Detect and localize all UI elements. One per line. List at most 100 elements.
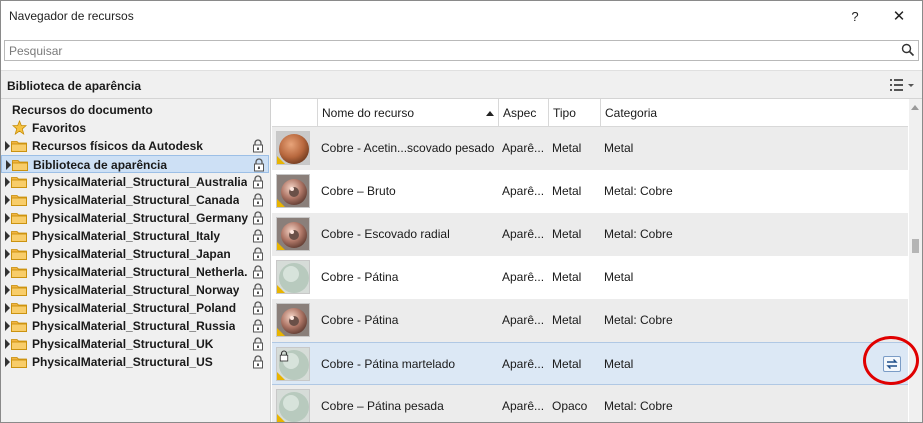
expand-arrow-icon[interactable]	[5, 357, 10, 367]
tree-item-label: PhysicalMaterial_Structural_Italy	[32, 229, 221, 243]
cell-category: Metal: Cobre	[604, 399, 673, 413]
cell-type: Metal	[552, 313, 582, 327]
expand-arrow-icon[interactable]	[5, 231, 10, 241]
close-button[interactable]: ✕	[881, 1, 917, 32]
folder-icon	[11, 195, 27, 206]
expand-arrow-icon[interactable]	[5, 141, 10, 151]
tree-item-label: PhysicalMaterial_Structural_Netherla...	[32, 265, 248, 279]
tree-item[interactable]: Biblioteca de aparência	[1, 155, 269, 173]
cell-name: Cobre – Bruto	[321, 184, 396, 198]
library-header: Biblioteca de aparência	[1, 70, 922, 99]
help-button[interactable]: ?	[841, 1, 869, 32]
table-row[interactable]: Cobre - Escovado radial Aparê... Metal Meta…	[272, 213, 908, 256]
cell-type: Metal	[552, 141, 582, 155]
tree-item[interactable]: PhysicalMaterial_Structural_Germany	[1, 209, 269, 227]
tree-item[interactable]: PhysicalMaterial_Structural_Japan	[1, 245, 269, 263]
folder-icon	[11, 249, 27, 260]
cell-category: Metal	[604, 270, 634, 284]
list-view-icon[interactable]	[887, 76, 917, 94]
expand-arrow-icon[interactable]	[6, 160, 11, 170]
tree-item-label: PhysicalMaterial_Structural_Canada	[32, 193, 240, 207]
tree-item-label: PhysicalMaterial_Structural_Japan	[32, 247, 231, 261]
expand-arrow-icon[interactable]	[5, 285, 10, 295]
folder-icon	[11, 267, 27, 278]
cell-category: Metal: Cobre	[604, 227, 673, 241]
library-badge-icon	[277, 199, 285, 207]
lock-icon	[253, 337, 263, 351]
column-header-category[interactable]: Categoria	[600, 99, 908, 127]
table-header: Nome do recurso Aspec Tipo Categoria	[272, 99, 908, 127]
tree-item[interactable]: PhysicalMaterial_Structural_US	[1, 353, 269, 371]
cell-type: Metal	[552, 184, 582, 198]
library-badge-icon	[277, 242, 285, 250]
folder-icon	[11, 303, 27, 314]
search-icon[interactable]	[901, 43, 915, 57]
tree-item-label: Favoritos	[32, 121, 87, 135]
tree-item-label: PhysicalMaterial_Structural_US	[32, 355, 213, 369]
tree-item[interactable]: PhysicalMaterial_Structural_UK	[1, 335, 269, 353]
cell-aspect: Aparê...	[502, 313, 545, 327]
table-row[interactable]: Cobre - Acetin...scovado pesado Aparê... M…	[272, 127, 908, 170]
tree-item[interactable]: PhysicalMaterial_Structural_Italy	[1, 227, 269, 245]
table-row[interactable]: Cobre - Pátina martelado Aparê... Metal Met…	[272, 342, 908, 385]
tree-item[interactable]: PhysicalMaterial_Structural_Canada	[1, 191, 269, 209]
tree-item-label: PhysicalMaterial_Structural_Norway	[32, 283, 240, 297]
lock-icon	[253, 301, 263, 315]
highlight-circle	[863, 336, 919, 385]
table-row[interactable]: Cobre - Pátina Aparê... Metal Metal	[272, 256, 908, 299]
lock-icon	[253, 283, 263, 297]
material-thumbnail	[276, 217, 310, 251]
lock-icon	[253, 175, 263, 189]
lock-icon	[253, 229, 263, 243]
cell-name: Cobre - Pátina	[321, 313, 399, 327]
expand-arrow-icon[interactable]	[5, 213, 10, 223]
tree-item[interactable]: PhysicalMaterial_Structural_Netherla...	[1, 263, 269, 281]
material-thumbnail	[276, 174, 310, 208]
cell-type: Opaco	[552, 399, 588, 413]
folder-icon	[11, 357, 27, 368]
cell-name: Cobre – Pátina pesada	[321, 399, 444, 413]
table-row[interactable]: Cobre – Pátina pesada Aparê... Opaco Metal:…	[272, 385, 908, 422]
tree-item[interactable]: PhysicalMaterial_Structural_Russia	[1, 317, 269, 335]
tree-item[interactable]: PhysicalMaterial_Structural_Australia	[1, 173, 269, 191]
column-header-type[interactable]: Tipo	[548, 99, 600, 127]
material-thumbnail	[276, 347, 310, 381]
tree-item-favorites[interactable]: Favoritos	[1, 119, 269, 137]
sort-ascending-icon	[486, 111, 494, 116]
folder-icon	[12, 160, 28, 171]
star-icon	[12, 120, 27, 135]
folder-icon	[11, 231, 27, 242]
expand-arrow-icon[interactable]	[5, 267, 10, 277]
tree-root-document-assets[interactable]: Recursos do documento	[12, 103, 153, 117]
expand-arrow-icon[interactable]	[5, 177, 10, 187]
expand-arrow-icon[interactable]	[5, 339, 10, 349]
expand-arrow-icon[interactable]	[5, 249, 10, 259]
tree-item-label: PhysicalMaterial_Structural_Australia	[32, 175, 248, 189]
table-row[interactable]: Cobre - Pátina Aparê... Metal Metal: Cobre	[272, 299, 908, 342]
table-row[interactable]: Cobre – Bruto Aparê... Metal Metal: Cobre	[272, 170, 908, 213]
tree-item-label: Biblioteca de aparência	[33, 158, 168, 172]
expand-arrow-icon[interactable]	[5, 321, 10, 331]
scroll-up-arrow-icon[interactable]	[911, 105, 919, 110]
lock-icon	[253, 193, 263, 207]
asset-table: Nome do recurso Aspec Tipo Categoria Cob…	[272, 99, 922, 422]
library-badge-icon	[277, 372, 285, 380]
column-header-aspect[interactable]: Aspec	[498, 99, 548, 127]
library-tree: Recursos do documento Favoritos Recursos…	[1, 99, 271, 422]
cell-category: Metal: Cobre	[604, 313, 673, 327]
expand-arrow-icon[interactable]	[5, 303, 10, 313]
expand-arrow-icon[interactable]	[5, 195, 10, 205]
lock-icon	[253, 247, 263, 261]
tree-item[interactable]: Recursos físicos da Autodesk	[1, 137, 269, 155]
column-header-name[interactable]: Nome do recurso	[317, 99, 502, 127]
search-input[interactable]	[5, 41, 895, 60]
scrollbar-thumb[interactable]	[912, 239, 919, 253]
cell-name: Cobre - Pátina martelado	[321, 357, 456, 371]
cell-aspect: Aparê...	[502, 141, 545, 155]
lock-icon	[253, 139, 263, 153]
material-thumbnail	[276, 260, 310, 294]
lock-icon	[253, 211, 263, 225]
tree-item[interactable]: PhysicalMaterial_Structural_Poland	[1, 299, 269, 317]
tree-item[interactable]: PhysicalMaterial_Structural_Norway	[1, 281, 269, 299]
folder-icon	[11, 141, 27, 152]
